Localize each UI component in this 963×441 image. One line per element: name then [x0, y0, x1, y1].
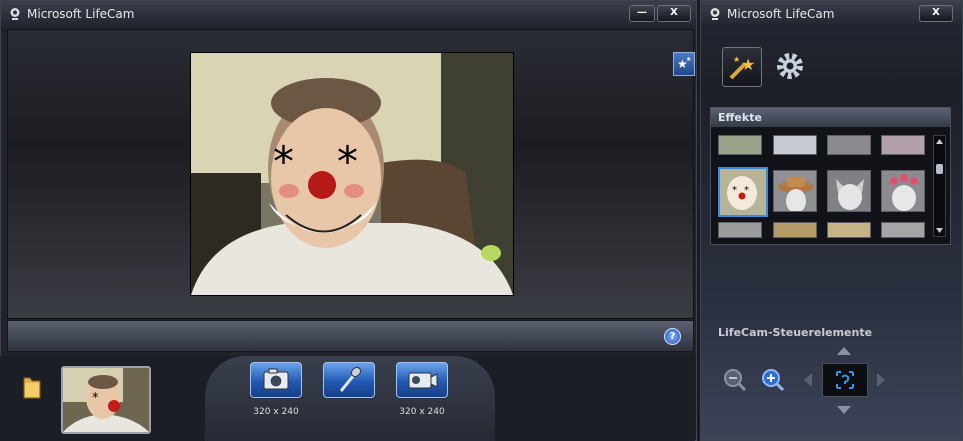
- zoom-in-icon[interactable]: [759, 367, 785, 393]
- effect-tile-bald[interactable]: [881, 222, 925, 238]
- pan-left-icon[interactable]: [803, 372, 813, 388]
- face-tracking-button[interactable]: [822, 363, 868, 397]
- help-button[interactable]: ?: [664, 328, 681, 345]
- svg-text:*: *: [337, 137, 358, 186]
- effect-toggle-button[interactable]: ★ ★: [673, 52, 695, 76]
- svg-text:*: *: [92, 391, 99, 406]
- svg-text:*: *: [273, 137, 294, 186]
- effect-tile-cowboy-hat[interactable]: [773, 170, 817, 212]
- stars-icon: ★ ★: [677, 56, 691, 71]
- side-close-button[interactable]: X: [919, 5, 953, 22]
- microphone-icon: [339, 366, 362, 392]
- side-window: Microsoft LifeCam X ★ ★ Effekte * * Life…: [700, 0, 963, 441]
- effect-tile-snowman[interactable]: [773, 135, 817, 155]
- effect-tile-flowers[interactable]: [881, 135, 925, 155]
- effects-panel: Effekte * *: [710, 107, 951, 245]
- magic-wand-icon: ★ ★: [729, 55, 755, 80]
- close-button[interactable]: X: [657, 5, 691, 22]
- side-window-title: Microsoft LifeCam: [727, 7, 835, 21]
- video-resolution-label: 320 x 240: [399, 407, 445, 417]
- effects-header: Effekte: [711, 108, 950, 127]
- video-camera-icon: [408, 372, 438, 389]
- effects-scrollbar[interactable]: [933, 135, 946, 237]
- effect-tile-pirate[interactable]: [827, 135, 871, 155]
- webcam-icon: [710, 8, 720, 20]
- photo-capture-button[interactable]: [250, 362, 302, 398]
- main-titlebar[interactable]: Microsoft LifeCam — X: [1, 1, 696, 27]
- pan-right-icon[interactable]: [876, 372, 886, 388]
- effect-tile-clown[interactable]: * *: [718, 167, 768, 217]
- svg-text:★: ★: [686, 56, 691, 63]
- effect-tile-hair[interactable]: [773, 222, 817, 238]
- audio-record-button[interactable]: [323, 362, 375, 398]
- webcam-icon: [10, 8, 20, 20]
- camera-icon: [263, 368, 289, 390]
- pan-up-icon[interactable]: [836, 346, 852, 356]
- zoom-out-icon[interactable]: [721, 367, 747, 393]
- photo-resolution-label: 320 x 240: [253, 407, 299, 417]
- side-titlebar[interactable]: Microsoft LifeCam X: [701, 1, 962, 27]
- effect-tile-snail[interactable]: [718, 135, 762, 155]
- capture-thumbnail[interactable]: *: [61, 366, 151, 434]
- effects-tab[interactable]: ★ ★: [722, 47, 762, 87]
- svg-text:★: ★: [741, 55, 755, 74]
- effect-tile-cat-ears[interactable]: [827, 170, 871, 212]
- face-track-icon: [836, 371, 854, 389]
- video-viewport: * * ★ ★: [7, 29, 695, 319]
- effect-tile-flower-crown[interactable]: [881, 170, 925, 212]
- minimize-button[interactable]: —: [629, 5, 655, 22]
- main-window-title: Microsoft LifeCam: [27, 7, 135, 21]
- webcam-preview: * *: [190, 52, 514, 296]
- status-bar: ?: [7, 320, 694, 352]
- gear-icon[interactable]: [775, 51, 805, 81]
- controls-title: LifeCam-Steuerelemente: [718, 326, 873, 339]
- svg-text:★: ★: [733, 55, 740, 64]
- pan-down-icon[interactable]: [836, 405, 852, 415]
- folder-icon[interactable]: [22, 374, 42, 400]
- svg-text:*: *: [732, 185, 737, 196]
- effect-tile-blonde[interactable]: [827, 222, 871, 238]
- video-record-button[interactable]: [396, 362, 448, 398]
- effect-tile-blank[interactable]: [718, 222, 762, 238]
